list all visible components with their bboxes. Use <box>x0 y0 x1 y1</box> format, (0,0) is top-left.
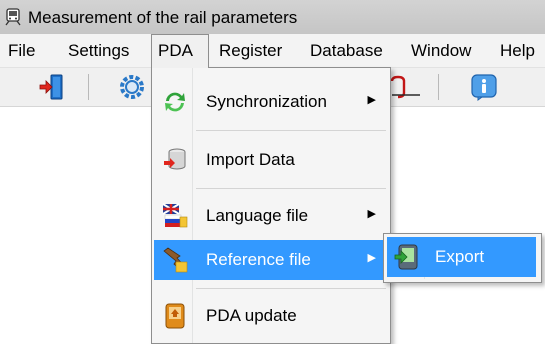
pda-export-icon <box>394 244 418 270</box>
toolbar-separator <box>88 74 89 100</box>
submenu-arrow-icon: ▶ <box>367 208 376 220</box>
menu-item-language-file[interactable]: Language file ▶ <box>154 196 388 236</box>
menu-item-label: Export <box>435 247 485 266</box>
app-icon <box>5 8 21 26</box>
menu-file[interactable]: File <box>2 34 41 67</box>
menu-separator <box>196 188 386 189</box>
window-title: Measurement of the rail parameters <box>28 8 298 27</box>
settings-gear-icon[interactable] <box>118 73 146 101</box>
menu-item-import-data[interactable]: Import Data <box>154 140 388 180</box>
rail-reference-icon <box>163 247 188 273</box>
submenu-arrow-icon: ▶ <box>367 94 376 106</box>
menu-item-pda-update[interactable]: PDA update <box>154 296 388 336</box>
pda-dropdown-menu: Synchronization ▶ Import Data Language f… <box>151 67 391 344</box>
menu-item-reference-file[interactable]: Reference file ▶ <box>154 240 388 280</box>
menu-item-label: PDA update <box>206 306 297 325</box>
database-import-icon <box>164 148 186 170</box>
toolbar-separator <box>438 74 439 100</box>
exit-door-icon[interactable] <box>38 73 66 101</box>
menu-help[interactable]: Help <box>494 34 541 67</box>
menu-item-synchronization[interactable]: Synchronization ▶ <box>154 82 388 122</box>
title-bar: Measurement of the rail parameters <box>0 0 545 34</box>
menu-window[interactable]: Window <box>405 34 477 67</box>
reference-file-submenu: Export <box>383 233 542 283</box>
pda-update-icon <box>165 303 185 329</box>
menu-register[interactable]: Register <box>213 34 288 67</box>
submenu-arrow-icon: ▶ <box>367 252 376 264</box>
menu-item-label: Language file <box>206 206 309 225</box>
menu-database[interactable]: Database <box>304 34 389 67</box>
menu-item-export[interactable]: Export <box>387 237 536 277</box>
sync-arrows-icon <box>165 92 185 112</box>
menu-separator <box>196 130 386 131</box>
flags-language-icon <box>162 203 188 228</box>
menu-item-label: Synchronization <box>206 92 327 111</box>
rail-profile-icon[interactable] <box>390 73 424 101</box>
menu-separator <box>196 288 386 289</box>
menu-settings[interactable]: Settings <box>62 34 135 67</box>
info-icon[interactable] <box>470 73 498 101</box>
menu-pda[interactable]: PDA <box>151 34 209 68</box>
menu-item-label: Reference file <box>206 250 311 269</box>
menu-item-label: Import Data <box>206 150 295 169</box>
menu-bar: File Settings PDA Register Database Wind… <box>0 34 545 68</box>
